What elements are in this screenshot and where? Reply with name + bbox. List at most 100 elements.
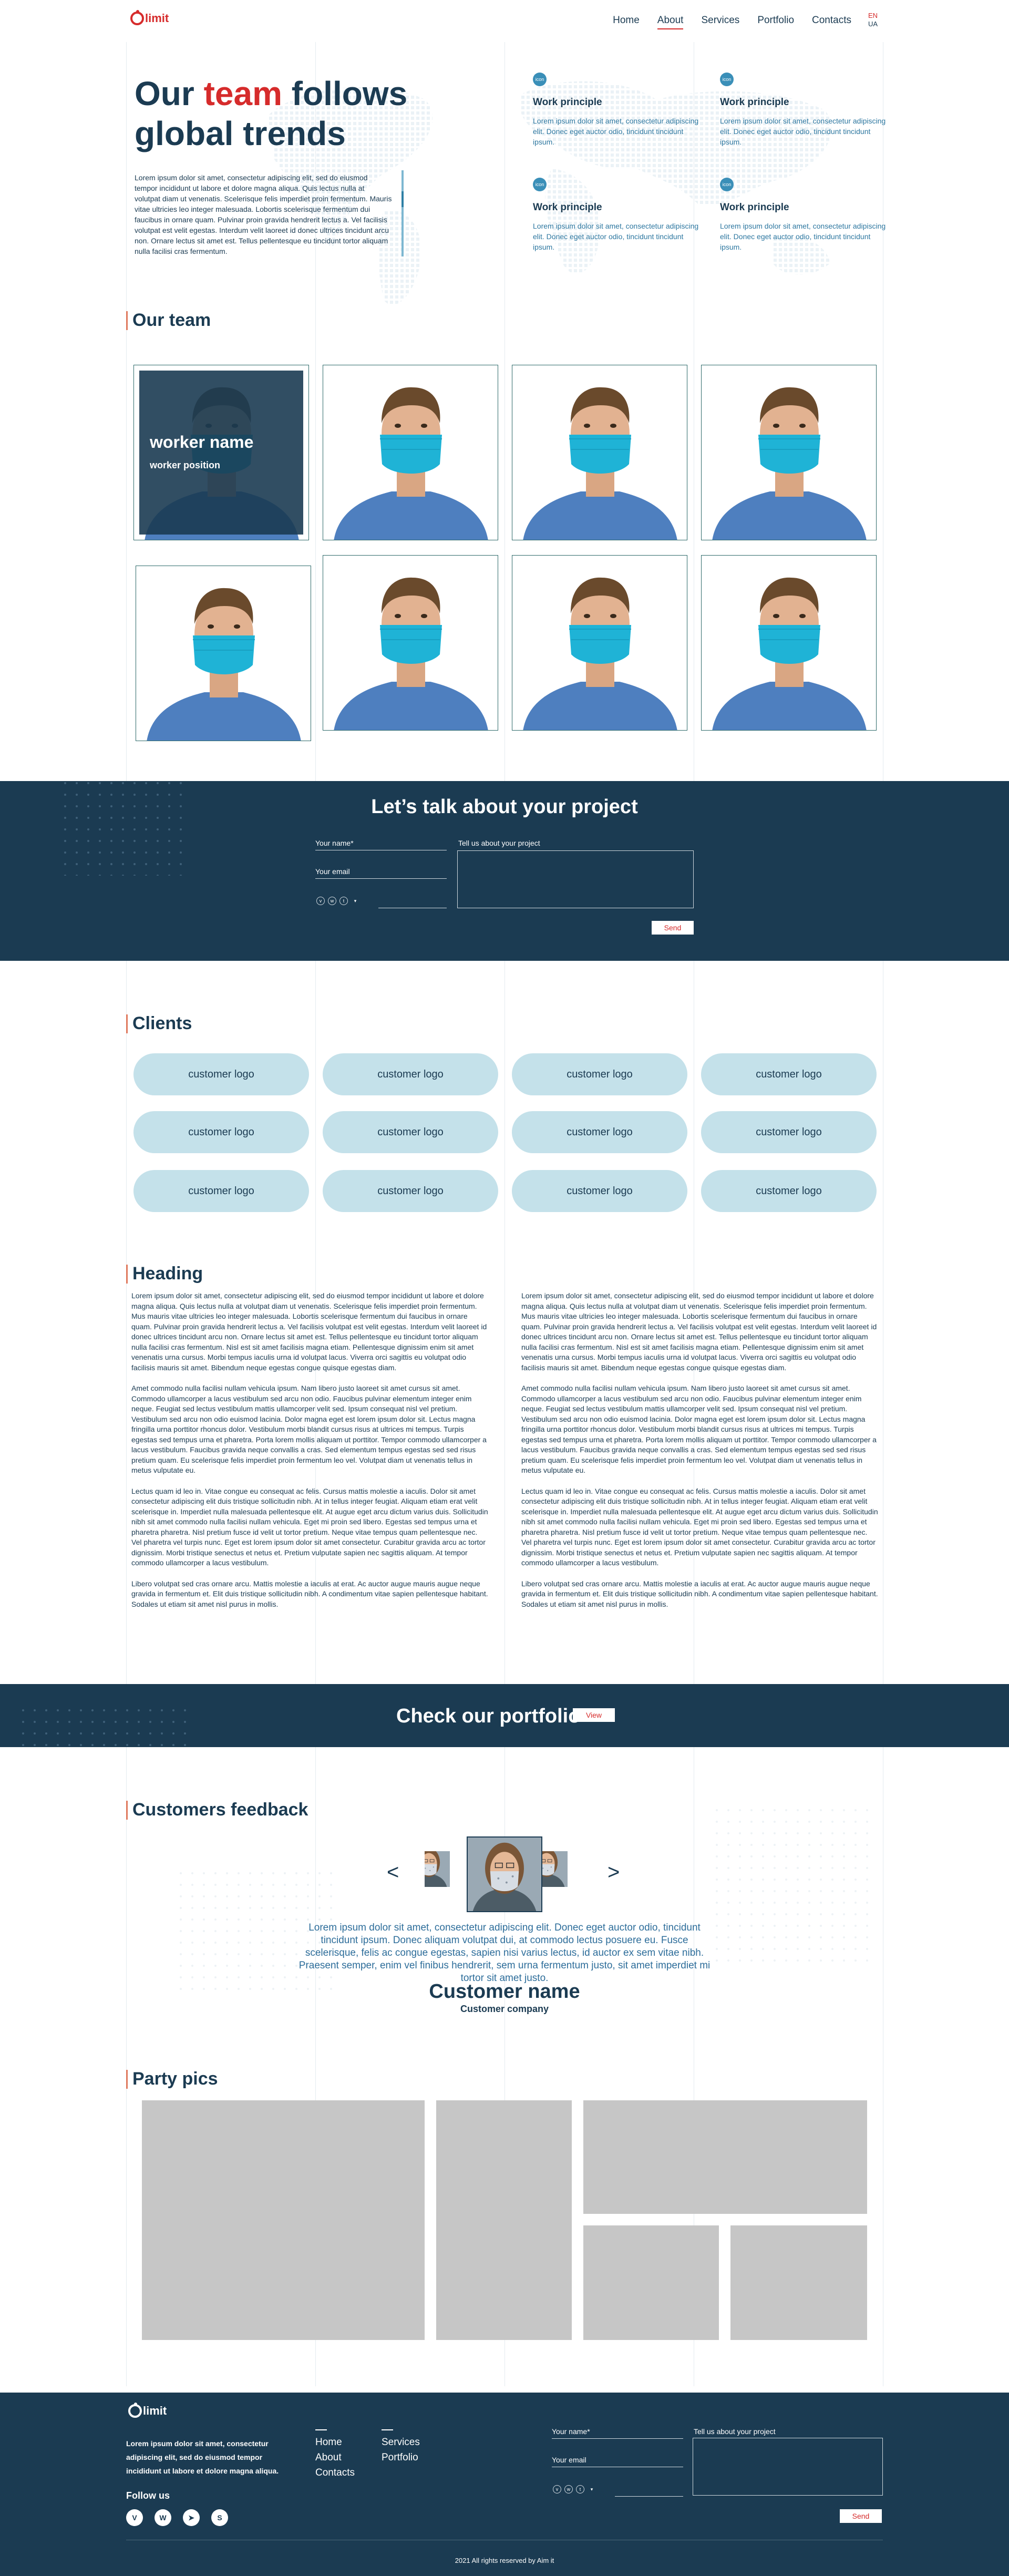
chevron-down-icon[interactable]: ▾ [351, 897, 359, 905]
client-logo[interactable]: customer logo [133, 1170, 309, 1212]
footer-logo[interactable]: limit [128, 2403, 167, 2418]
view-portfolio-button[interactable]: View [573, 1708, 615, 1722]
party-section-title: Party pics [126, 2069, 218, 2089]
skype-icon[interactable]: S [211, 2509, 228, 2526]
worker-photo [136, 566, 311, 741]
footer-nav-col-2: Services Portfolio [382, 2429, 420, 2465]
principle-icon: icon [533, 178, 547, 191]
social-links: V W ➤ S [126, 2509, 228, 2526]
footer-name-field[interactable]: Your name* [552, 2427, 683, 2439]
whatsapp-icon[interactable]: W [155, 2509, 171, 2526]
hero-description: Lorem ipsum dolor sit amet, consectetur … [135, 173, 392, 255]
principle-text: Lorem ipsum dolor sit amet, consectetur … [533, 117, 699, 146]
footer-message-textarea[interactable] [693, 2438, 883, 2496]
telegram-icon[interactable]: t [576, 2485, 584, 2493]
principle-text: Lorem ipsum dolor sit amet, consectetur … [720, 222, 886, 251]
worker-position: worker position [150, 460, 221, 470]
viber-icon[interactable]: V [126, 2509, 143, 2526]
party-photo[interactable] [583, 2100, 867, 2214]
article-paragraph: Lorem ipsum dolor sit amet, consectetur … [131, 1291, 487, 1372]
client-logo[interactable]: customer logo [323, 1053, 498, 1095]
name-label: Your name* [552, 2427, 590, 2436]
name-field[interactable]: Your name* [315, 839, 447, 850]
client-logo[interactable]: customer logo [512, 1111, 687, 1153]
hero-scroll-indicator [401, 170, 404, 256]
viber-icon[interactable]: v [553, 2485, 561, 2493]
article-paragraph: Amet commodo nulla facilisi nullam vehic… [131, 1384, 487, 1474]
footer-link-portfolio[interactable]: Portfolio [382, 2450, 420, 2465]
footer-link-about[interactable]: About [315, 2450, 355, 2465]
party-photo[interactable] [583, 2225, 719, 2340]
nav-home[interactable]: Home [613, 15, 640, 26]
logo-icon [128, 2403, 142, 2418]
messenger-selector[interactable]: v w t ▾ [553, 2485, 596, 2493]
main-nav: Home About Services Portfolio Contacts [613, 15, 851, 29]
messenger-contact-field[interactable] [615, 2485, 683, 2497]
team-card[interactable] [136, 566, 311, 741]
dots-decoration [21, 1708, 189, 1746]
team-card-featured[interactable]: worker name worker position [133, 365, 309, 540]
customer-photo-active[interactable] [467, 1836, 542, 1912]
send-button[interactable]: Send [652, 921, 694, 935]
messenger-selector[interactable]: v w t ▾ [316, 897, 359, 905]
team-card[interactable] [512, 555, 687, 731]
chevron-down-icon[interactable]: ▾ [588, 2485, 596, 2493]
language-switcher[interactable]: EN UA [868, 12, 878, 28]
footer-link-contacts[interactable]: Contacts [315, 2465, 355, 2480]
nav-contacts[interactable]: Contacts [812, 15, 851, 26]
principle-text: Lorem ipsum dolor sit amet, consectetur … [533, 222, 699, 251]
whatsapp-icon[interactable]: w [564, 2485, 573, 2493]
customer-name: Customer name [429, 1980, 580, 2003]
feedback-next-button[interactable]: > [608, 1861, 620, 1884]
footer-link-services[interactable]: Services [382, 2435, 420, 2450]
client-logo[interactable]: customer logo [701, 1053, 877, 1095]
team-card[interactable] [701, 365, 877, 540]
party-photo[interactable] [142, 2100, 425, 2340]
principle-title: Work principle [720, 202, 789, 213]
team-card[interactable] [323, 365, 498, 540]
telegram-icon[interactable]: ➤ [183, 2509, 200, 2526]
customer-thumb[interactable] [542, 1851, 584, 1904]
customer-photo [425, 1851, 467, 1904]
lang-ua[interactable]: UA [868, 20, 878, 28]
article-column-left: Lorem ipsum dolor sit amet, consectetur … [131, 1291, 489, 1620]
party-photo[interactable] [436, 2100, 572, 2340]
team-card[interactable] [512, 365, 687, 540]
footer-link-home[interactable]: Home [315, 2435, 355, 2450]
party-photo[interactable] [730, 2225, 867, 2340]
principle-title: Work principle [533, 202, 602, 213]
client-logo[interactable]: customer logo [701, 1170, 877, 1212]
whatsapp-icon[interactable]: w [328, 897, 336, 905]
client-logo[interactable]: customer logo [512, 1053, 687, 1095]
worker-photo [512, 556, 687, 731]
customer-company: Customer company [460, 2004, 549, 2014]
feedback-prev-button[interactable]: < [387, 1861, 399, 1884]
client-logo[interactable]: customer logo [701, 1111, 877, 1153]
footer-email-field[interactable]: Your email [552, 2456, 683, 2467]
logo[interactable]: limit [130, 10, 169, 25]
feedback-text: Lorem ipsum dolor sit amet, consectetur … [298, 1922, 711, 1984]
work-principle-card: icon Work principle Lorem ipsum dolor si… [533, 73, 701, 147]
message-label: Tell us about your project [694, 2427, 776, 2436]
customer-thumb[interactable] [425, 1851, 467, 1904]
team-card[interactable] [701, 555, 877, 731]
nav-about[interactable]: About [657, 15, 683, 29]
client-logo[interactable]: customer logo [133, 1111, 309, 1153]
email-field[interactable]: Your email [315, 867, 447, 879]
principle-text: Lorem ipsum dolor sit amet, consectetur … [720, 117, 886, 146]
dots-decoration [715, 1808, 872, 1966]
team-card[interactable] [323, 555, 498, 731]
telegram-icon[interactable]: t [339, 897, 348, 905]
message-textarea[interactable] [457, 850, 694, 908]
nav-portfolio[interactable]: Portfolio [757, 15, 794, 26]
nav-services[interactable]: Services [701, 15, 739, 26]
client-logo[interactable]: customer logo [133, 1053, 309, 1095]
client-logo[interactable]: customer logo [512, 1170, 687, 1212]
customer-photo [468, 1838, 541, 1911]
lang-en[interactable]: EN [868, 12, 878, 20]
messenger-contact-field[interactable] [378, 897, 447, 908]
viber-icon[interactable]: v [316, 897, 325, 905]
client-logo[interactable]: customer logo [323, 1170, 498, 1212]
client-logo[interactable]: customer logo [323, 1111, 498, 1153]
footer-send-button[interactable]: Send [840, 2509, 882, 2523]
